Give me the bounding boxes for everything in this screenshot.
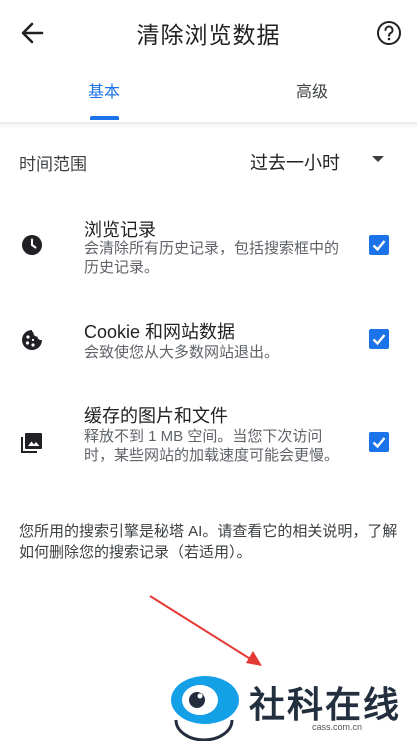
clock-icon bbox=[20, 233, 44, 257]
image-icon bbox=[20, 431, 44, 455]
history-option[interactable]: 浏览记录 会清除所有历史记录，包括搜索框中的历史记录。 bbox=[0, 216, 417, 282]
page-title: 清除浏览数据 bbox=[136, 22, 281, 48]
cookie-icon bbox=[20, 328, 44, 352]
tab-bar: 基本 高级 bbox=[0, 66, 417, 123]
option-title: Cookie 和网站数据 bbox=[84, 322, 236, 342]
tab-basic[interactable]: 基本 bbox=[0, 66, 208, 122]
cookies-option[interactable]: Cookie 和网站数据 会致使您从大多数网站退出。 bbox=[0, 318, 417, 364]
dropdown-arrow-icon[interactable] bbox=[372, 156, 384, 162]
app-bar: 清除浏览数据 bbox=[0, 0, 417, 66]
check-icon bbox=[372, 334, 386, 346]
active-tab-indicator bbox=[90, 116, 119, 120]
red-arrow-annotation bbox=[149, 595, 262, 666]
watermark-text: 社科在线 bbox=[249, 685, 402, 726]
time-range-label: 时间范围 bbox=[19, 155, 87, 174]
cookies-checkbox[interactable] bbox=[369, 329, 389, 349]
help-circle-icon bbox=[377, 21, 401, 45]
help-button[interactable] bbox=[372, 16, 406, 50]
check-icon bbox=[372, 240, 386, 252]
watermark-logo-icon bbox=[171, 676, 239, 741]
history-checkbox[interactable] bbox=[369, 235, 389, 255]
search-engine-note: 您所用的搜索引擎是秘塔 AI。请查看它的相关说明，了解如何删除您的搜索记录（若适… bbox=[19, 523, 398, 561]
time-range-row[interactable]: 时间范围 过去一小时 bbox=[0, 138, 417, 184]
tab-advanced[interactable]: 高级 bbox=[208, 66, 416, 122]
option-title: 缓存的图片和文件 bbox=[84, 406, 228, 426]
option-description: 会致使您从大多数网站退出。 bbox=[84, 344, 280, 361]
check-icon bbox=[372, 437, 386, 449]
watermark-url: cass.com.cn bbox=[312, 722, 363, 732]
tab-shadow bbox=[0, 122, 417, 128]
option-description: 会清除所有历史记录，包括搜索框中的历史记录。 bbox=[84, 240, 340, 276]
time-range-select[interactable]: 过去一小时 bbox=[250, 149, 340, 175]
option-description: 释放不到 1 MB 空间。当您下次访问时，某些网站的加载速度可能会更慢。 bbox=[84, 428, 340, 464]
cache-option[interactable]: 缓存的图片和文件 释放不到 1 MB 空间。当您下次访问时，某些网站的加载速度可… bbox=[0, 402, 417, 488]
cache-checkbox[interactable] bbox=[369, 432, 389, 452]
